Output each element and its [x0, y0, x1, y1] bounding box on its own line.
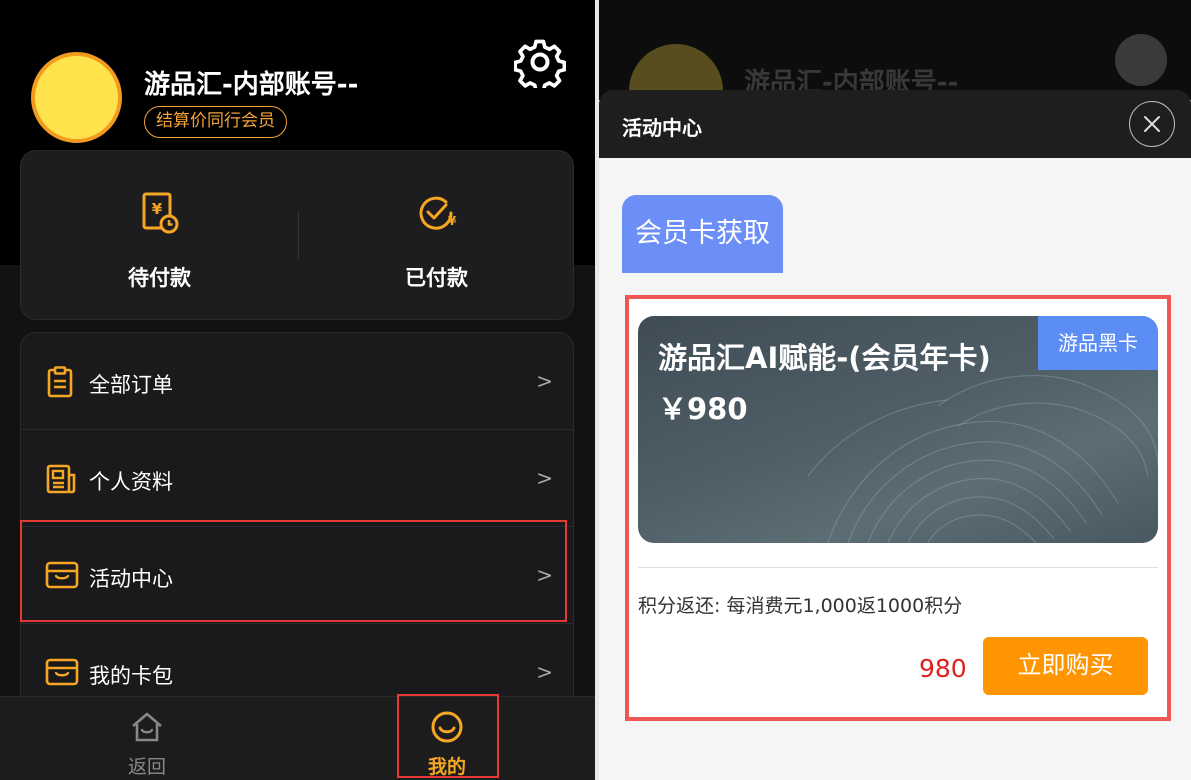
card-tag: 游品黑卡 — [1038, 316, 1158, 370]
profile-doc-icon — [46, 464, 76, 494]
user-name: 游品汇-内部账号-- — [144, 70, 359, 100]
svg-text:¥: ¥ — [151, 200, 162, 218]
menu-label-profile: 个人资料 — [89, 470, 173, 494]
offer-price: 980 — [919, 654, 967, 683]
sheet-title: 活动中心 — [622, 116, 702, 140]
close-icon — [1144, 116, 1160, 132]
payment-status-card: ¥ 待付款 ¥ 已付款 — [20, 150, 574, 320]
paid-item[interactable]: ¥ 已付款 — [298, 151, 575, 321]
tab-back-label: 返回 — [127, 756, 166, 778]
clipboard-icon — [47, 366, 73, 398]
profile-panel: 游品汇-内部账号-- 结算价同行会员 ¥ 待付款 ¥ 已付款 全部订单 > 个人… — [0, 0, 595, 780]
chevron-right-icon: > — [536, 466, 553, 490]
tab-membership-card[interactable]: 会员卡获取 — [622, 195, 783, 273]
close-button[interactable] — [1129, 101, 1175, 147]
dimmed-background: 游品汇-内部账号-- — [599, 0, 1191, 138]
bottom-tab-bar: 返回 我的 — [0, 696, 595, 780]
chevron-right-icon: > — [536, 369, 553, 393]
menu-item-profile[interactable]: 个人资料 > — [21, 430, 573, 527]
tab-back[interactable]: 返回 — [72, 697, 222, 780]
menu-label-card-wallet: 我的卡包 — [89, 664, 173, 688]
card-name: 游品汇AI赋能-(会员年卡) — [658, 341, 991, 375]
offer-divider — [638, 567, 1158, 568]
tab-mine[interactable]: 我的 — [372, 697, 522, 780]
menu-label-activity-center: 活动中心 — [89, 567, 173, 591]
menu-label-all-orders: 全部订单 — [89, 373, 173, 397]
card-price: ￥980 — [658, 392, 748, 426]
membership-offer: 游品汇AI赋能-(会员年卡) ￥980 游品黑卡 积分返还: 每消费元1,000… — [625, 295, 1171, 721]
member-badge: 结算价同行会员 — [144, 106, 287, 138]
avatar[interactable] — [31, 52, 122, 143]
pending-payment-label: 待付款 — [128, 266, 191, 290]
profile-menu: 全部订单 > 个人资料 > 活动中心 > 我的卡包 > — [20, 332, 574, 732]
paid-check-icon: ¥ — [419, 196, 456, 230]
menu-item-all-orders[interactable]: 全部订单 > — [21, 333, 573, 430]
activity-center-panel: 游品汇-内部账号-- 活动中心 会员卡获取 游品汇AI赋能-(会员年卡) ￥98… — [599, 0, 1191, 780]
card-wallet-icon — [45, 658, 79, 686]
sheet-header: 活动中心 — [599, 90, 1191, 158]
pending-payment-item[interactable]: ¥ 待付款 — [21, 151, 298, 321]
points-rebate-text: 积分返还: 每消费元1,000返1000积分 — [638, 595, 963, 617]
dimmed-gear — [1115, 34, 1167, 86]
tab-mine-label: 我的 — [427, 756, 466, 778]
chevron-right-icon: > — [536, 660, 553, 684]
gear-icon[interactable] — [514, 36, 566, 88]
buy-now-button[interactable]: 立即购买 — [983, 637, 1148, 695]
menu-item-activity-center[interactable]: 活动中心 > — [21, 527, 573, 624]
wallet-icon — [45, 561, 79, 589]
membership-card[interactable]: 游品汇AI赋能-(会员年卡) ￥980 游品黑卡 — [638, 316, 1158, 543]
paid-label: 已付款 — [405, 266, 468, 290]
svg-text:¥: ¥ — [447, 214, 456, 228]
home-back-icon — [132, 712, 162, 742]
smile-icon — [431, 711, 463, 743]
bill-clock-icon: ¥ — [142, 192, 178, 234]
chevron-right-icon: > — [536, 563, 553, 587]
